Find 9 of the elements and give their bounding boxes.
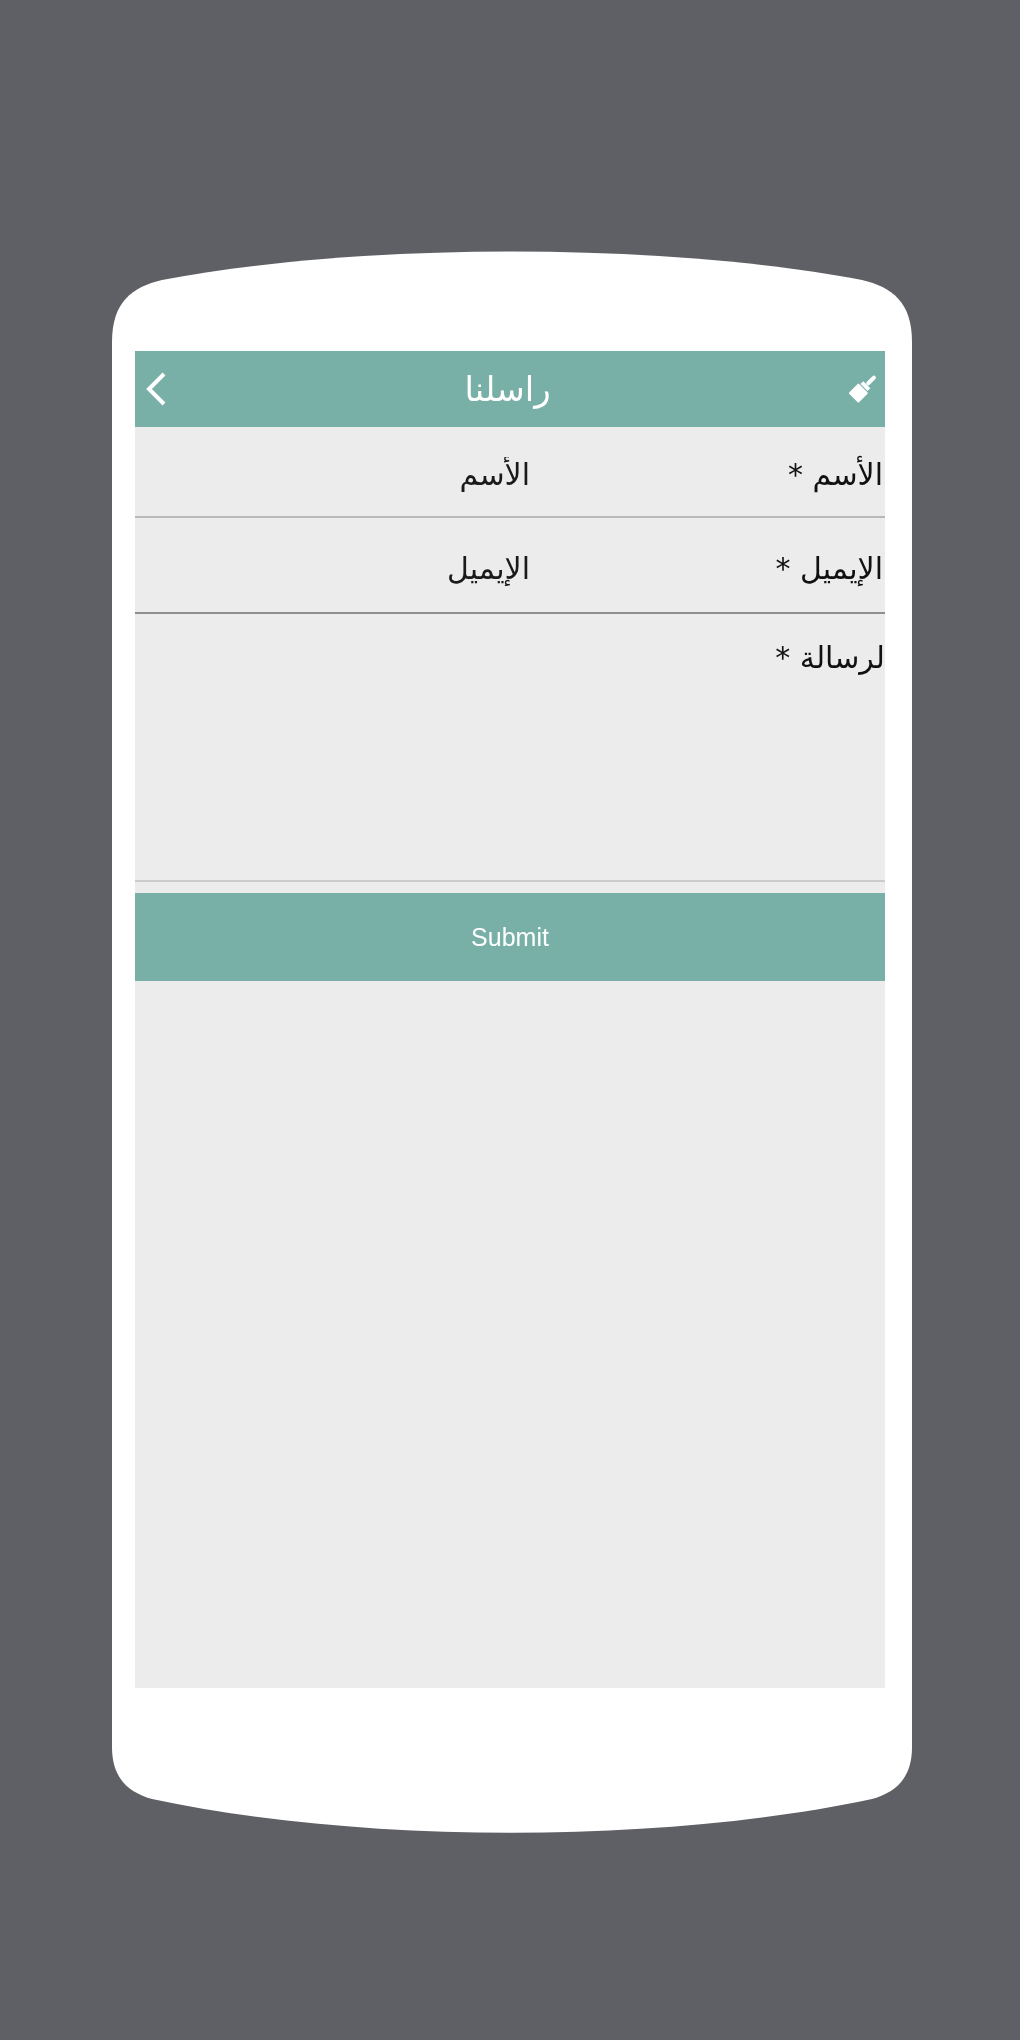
- input-field[interactable]: الإيميل: [135, 538, 535, 598]
- message-field[interactable]: لرسالة *: [135, 614, 885, 882]
- field-label: الأسم *: [786, 455, 884, 494]
- field-label: الإيميل *: [774, 549, 884, 588]
- back-icon[interactable]: [145, 371, 167, 407]
- header-title: راسلنا: [464, 368, 551, 410]
- input-field[interactable]: الأسم: [135, 444, 535, 505]
- field-label: لرسالة *: [774, 639, 885, 677]
- brush-icon[interactable]: [848, 374, 878, 404]
